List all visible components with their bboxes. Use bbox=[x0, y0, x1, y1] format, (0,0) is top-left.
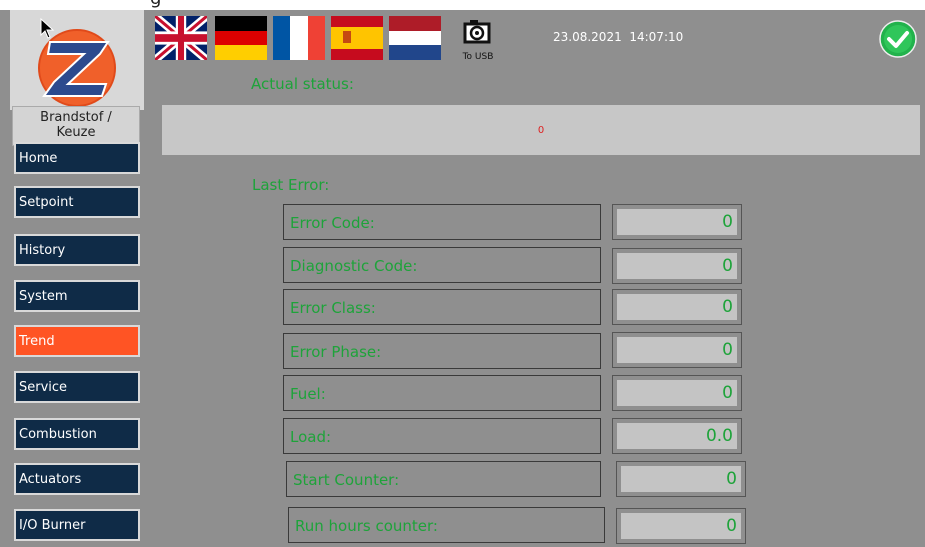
nav-service-button[interactable]: Service bbox=[14, 371, 140, 403]
english-flag-icon[interactable] bbox=[153, 12, 209, 64]
company-logo: Z bbox=[10, 10, 144, 110]
date-time-display: 23.08.2021 14:07:10 bbox=[553, 30, 683, 44]
nav-setpoint-button[interactable]: Setpoint bbox=[14, 186, 140, 218]
to-usb-button[interactable]: To USB bbox=[453, 16, 503, 62]
start-counter-label: Start Counter: bbox=[286, 461, 601, 497]
diagnostic-code-value-box: 0 bbox=[612, 248, 742, 284]
load-value-box: 0.0 bbox=[612, 418, 742, 454]
time-text: 14:07:10 bbox=[629, 30, 684, 44]
load-label: Load: bbox=[283, 418, 601, 454]
date-text: 23.08.2021 bbox=[553, 30, 622, 44]
window-title-fragment: g bbox=[150, 0, 161, 9]
error-code-value: 0 bbox=[617, 209, 737, 235]
error-class-label: Error Class: bbox=[283, 289, 601, 325]
nav-home-button[interactable]: Home bbox=[14, 142, 140, 174]
nav-io-burner-button[interactable]: I/O Burner bbox=[14, 509, 140, 541]
fuel-choice-label-line1: Brandstof / bbox=[40, 110, 112, 125]
nav-trend-button[interactable]: Trend bbox=[14, 325, 140, 357]
error-phase-value-box: 0 bbox=[612, 332, 742, 368]
run-hours-counter-value: 0 bbox=[621, 513, 741, 539]
actual-status-bar: 0 bbox=[162, 105, 920, 155]
nav-history-button[interactable]: History bbox=[14, 234, 140, 266]
fuel-label: Fuel: bbox=[283, 375, 601, 411]
to-usb-label: To USB bbox=[462, 52, 494, 62]
error-phase-value: 0 bbox=[617, 337, 737, 363]
camera-icon bbox=[463, 18, 491, 48]
error-class-value-box: 0 bbox=[612, 289, 742, 325]
spanish-flag-icon[interactable] bbox=[331, 16, 383, 60]
diagnostic-code-label: Diagnostic Code: bbox=[283, 247, 601, 283]
dutch-flag-icon[interactable] bbox=[389, 16, 441, 60]
last-error-title: Last Error: bbox=[252, 176, 330, 194]
arrow-cursor-icon bbox=[40, 17, 56, 44]
nav-actuators-button[interactable]: Actuators bbox=[14, 463, 140, 495]
window-title-strip: g bbox=[0, 0, 925, 10]
fuel-value: 0 bbox=[617, 380, 737, 406]
fuel-choice-button[interactable]: Brandstof / Keuze bbox=[12, 106, 140, 146]
diagnostic-code-value: 0 bbox=[617, 253, 737, 279]
german-flag-icon[interactable] bbox=[215, 16, 267, 60]
fuel-choice-label-line2: Keuze bbox=[56, 125, 96, 140]
error-class-value: 0 bbox=[617, 294, 737, 320]
run-hours-counter-value-box: 0 bbox=[616, 508, 746, 544]
french-flag-icon[interactable] bbox=[273, 16, 325, 60]
error-phase-label: Error Phase: bbox=[283, 333, 601, 369]
start-counter-value-box: 0 bbox=[616, 461, 746, 497]
load-value: 0.0 bbox=[617, 423, 737, 449]
start-counter-value: 0 bbox=[621, 466, 741, 492]
nav-system-button[interactable]: System bbox=[14, 280, 140, 312]
actual-status-value: 0 bbox=[537, 125, 545, 136]
run-hours-counter-label: Run hours counter: bbox=[288, 507, 605, 543]
status-ok-icon bbox=[879, 20, 917, 58]
error-code-label: Error Code: bbox=[283, 204, 601, 240]
actual-status-title: Actual status: bbox=[251, 75, 354, 93]
fuel-value-box: 0 bbox=[612, 375, 742, 411]
nav-combustion-button[interactable]: Combustion bbox=[14, 418, 140, 450]
error-code-value-box: 0 bbox=[612, 204, 742, 240]
